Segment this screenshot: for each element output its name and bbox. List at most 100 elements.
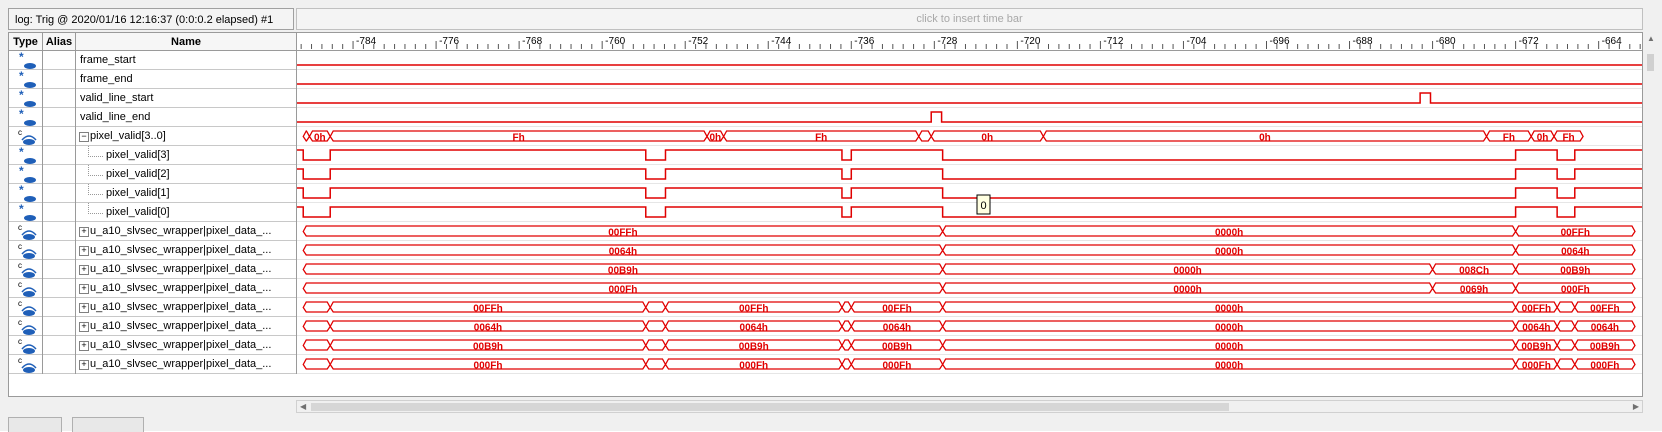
insert-time-bar[interactable]: click to insert time bar (296, 8, 1643, 30)
tab-data[interactable] (8, 417, 62, 432)
scroll-left-icon[interactable]: ◀ (300, 402, 306, 411)
waveform-row[interactable]: 000Fh 000Fh 000Fh 0000h 000Fh 000Fh (297, 358, 1643, 374)
waveform-area[interactable]: -784 -776 -768 -760 -752 -744 -736 -728 -720 -712… (297, 33, 1643, 396)
waveform-row[interactable] (297, 111, 1643, 127)
bit-node (24, 215, 36, 221)
signal-row[interactable]: * frame_start (9, 51, 297, 70)
name-cell[interactable]: + u_a10_slvsec_wrapper|pixel_data_... (76, 279, 297, 298)
waveform-row[interactable]: 0064h 0064h 0064h 0000h 0064h 0064h (297, 320, 1643, 336)
name-cell[interactable]: − pixel_valid[3..0] (76, 127, 297, 146)
vertical-scrollbar[interactable]: ▲ (1645, 32, 1657, 397)
scroll-right-icon[interactable]: ▶ (1633, 402, 1639, 411)
signal-row[interactable]: c + u_a10_slvsec_wrapper|pixel_data_... (9, 317, 297, 336)
time-ruler[interactable]: -784 -776 -768 -760 -752 -744 -736 -728 -720 -712… (297, 33, 1643, 51)
bus-letter: c (18, 299, 22, 308)
waveform-row[interactable] (297, 83, 1643, 89)
expand-icon[interactable]: + (79, 360, 89, 370)
name-cell[interactable]: + u_a10_slvsec_wrapper|pixel_data_... (76, 336, 297, 355)
ruler-label: -688 (1353, 36, 1373, 47)
horizontal-scrollbar[interactable]: ◀ ▶ (296, 400, 1643, 413)
bus-letter: c (18, 280, 22, 289)
bus-node (23, 310, 35, 316)
bus-segment (645, 320, 667, 332)
name-cell[interactable]: valid_line_start (76, 89, 297, 108)
bit-signal-icon: * (19, 185, 36, 202)
signal-row[interactable]: * valid_line_start (9, 89, 297, 108)
signal-row[interactable]: c + u_a10_slvsec_wrapper|pixel_data_... (9, 355, 297, 374)
waveform-row[interactable]: 00B9h 00B9h 00B9h 0000h 00B9h 00B9h (297, 339, 1643, 355)
bus-segment (302, 339, 331, 351)
expand-icon[interactable]: + (79, 284, 89, 294)
signal-row[interactable]: c + u_a10_slvsec_wrapper|pixel_data_... (9, 222, 297, 241)
collapse-icon[interactable]: − (79, 132, 89, 142)
scroll-up-icon[interactable]: ▲ (1647, 34, 1655, 43)
signal-row[interactable]: * pixel_valid[0] (9, 203, 297, 222)
waveform-row[interactable] (297, 64, 1643, 70)
bit-signal-icon: * (19, 147, 36, 164)
name-cell[interactable]: + u_a10_slvsec_wrapper|pixel_data_... (76, 298, 297, 317)
star-glyph: * (19, 71, 24, 83)
type-cell: * (9, 89, 43, 108)
column-name[interactable]: Name (76, 33, 297, 51)
expand-icon[interactable]: + (79, 341, 89, 351)
signal-row[interactable]: c + u_a10_slvsec_wrapper|pixel_data_... (9, 241, 297, 260)
waveform-row[interactable] (297, 187, 1643, 203)
waveform-row[interactable] (297, 168, 1643, 184)
tree-connector (88, 165, 103, 176)
ruler-label: -680 (1436, 36, 1456, 47)
waveform-row[interactable]: 000Fh 0000h 0069h 000Fh (297, 282, 1643, 298)
signal-row[interactable]: * pixel_valid[3] (9, 146, 297, 165)
name-cell[interactable]: frame_end (76, 70, 297, 89)
signal-row[interactable]: c + u_a10_slvsec_wrapper|pixel_data_... (9, 298, 297, 317)
waveform-row[interactable]: 0h Fh 0h Fh 0h 0h Fh 0h Fh (297, 130, 1643, 146)
signal-name: u_a10_slvsec_wrapper|pixel_data_... (90, 263, 272, 275)
signal-row[interactable]: c + u_a10_slvsec_wrapper|pixel_data_... (9, 260, 297, 279)
expand-icon[interactable]: + (79, 246, 89, 256)
bus-value: 0064h (474, 323, 502, 334)
waveform-row[interactable]: 00B9h 0000h 008Ch 00B9h (297, 263, 1643, 279)
name-cell[interactable]: pixel_valid[2] (76, 165, 297, 184)
waveform-row[interactable]: 00FFh 0000h 00FFh (297, 225, 1643, 241)
bus-signal-icon: c (18, 299, 37, 316)
name-cell[interactable]: + u_a10_slvsec_wrapper|pixel_data_... (76, 222, 297, 241)
signal-row[interactable]: c + u_a10_slvsec_wrapper|pixel_data_... (9, 279, 297, 298)
expand-icon[interactable]: + (79, 265, 89, 275)
name-cell[interactable]: frame_start (76, 51, 297, 70)
bus-letter: c (18, 356, 22, 365)
horizontal-scroll-thumb[interactable] (311, 403, 1229, 411)
signal-name: u_a10_slvsec_wrapper|pixel_data_... (90, 301, 272, 313)
signal-row[interactable]: c − pixel_valid[3..0] (9, 127, 297, 146)
name-cell[interactable]: + u_a10_slvsec_wrapper|pixel_data_... (76, 355, 297, 374)
column-type[interactable]: Type (9, 33, 43, 51)
expand-icon[interactable]: + (79, 227, 89, 237)
signal-row[interactable]: * pixel_valid[1] (9, 184, 297, 203)
bus-value: 0069h (1460, 285, 1488, 296)
name-cell[interactable]: + u_a10_slvsec_wrapper|pixel_data_... (76, 317, 297, 336)
signal-name: pixel_valid[1] (106, 187, 170, 199)
tab-setup[interactable] (72, 417, 144, 432)
waveform-row[interactable]: 0064h 0000h 0064h (297, 244, 1643, 260)
bus-value: 0064h (1522, 323, 1550, 334)
waveform-row[interactable] (297, 92, 1643, 108)
alias-cell (43, 355, 76, 374)
expand-icon[interactable]: + (79, 303, 89, 313)
signal-row[interactable]: * frame_end (9, 70, 297, 89)
bit-signal-icon: * (19, 109, 36, 126)
name-cell[interactable]: pixel_valid[1] (76, 184, 297, 203)
vertical-scroll-thumb[interactable] (1647, 54, 1654, 71)
name-cell[interactable]: pixel_valid[0] (76, 203, 297, 222)
waveform-row[interactable]: 00FFh 00FFh 00FFh 0000h 00FFh 00FFh (297, 301, 1643, 317)
name-cell[interactable]: pixel_valid[3] (76, 146, 297, 165)
signal-row[interactable]: c + u_a10_slvsec_wrapper|pixel_data_... (9, 336, 297, 355)
signal-row[interactable]: * pixel_valid[2] (9, 165, 297, 184)
name-cell[interactable]: valid_line_end (76, 108, 297, 127)
signal-row[interactable]: * valid_line_end (9, 108, 297, 127)
type-cell: * (9, 146, 43, 165)
waveform-row[interactable] (297, 206, 1643, 222)
column-alias[interactable]: Alias (43, 33, 76, 51)
expand-icon[interactable]: + (79, 322, 89, 332)
waveform-row[interactable] (297, 149, 1643, 165)
name-cell[interactable]: + u_a10_slvsec_wrapper|pixel_data_... (76, 260, 297, 279)
bus-letter: c (18, 318, 22, 327)
name-cell[interactable]: + u_a10_slvsec_wrapper|pixel_data_... (76, 241, 297, 260)
